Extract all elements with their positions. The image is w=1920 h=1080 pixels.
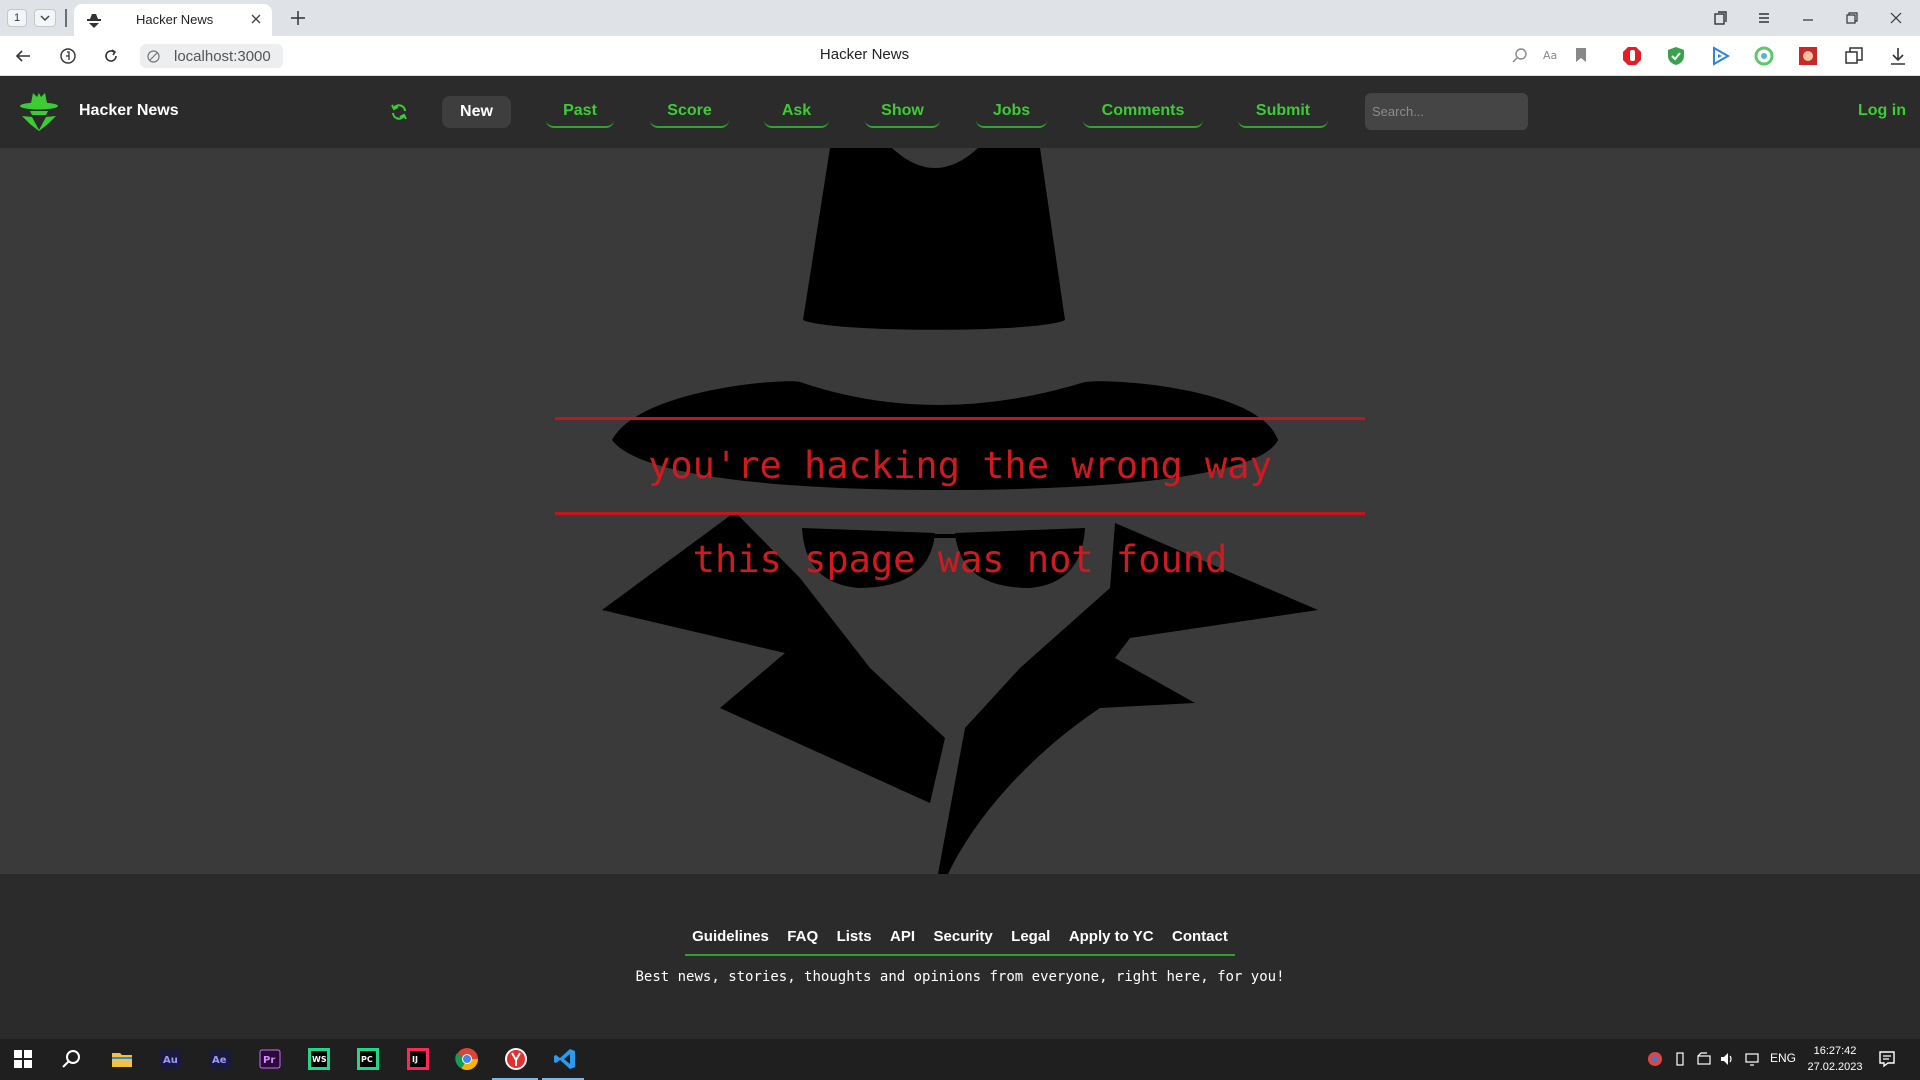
vpn-extension-icon[interactable]: [1753, 45, 1775, 67]
minimize-icon[interactable]: [1800, 10, 1816, 26]
svg-text:WS: WS: [312, 1055, 327, 1064]
footer-link-lists[interactable]: Lists: [837, 928, 872, 945]
nav-submit[interactable]: Submit: [1238, 96, 1328, 128]
bookmark-icon[interactable]: [1571, 45, 1591, 65]
footer-link-guidelines[interactable]: Guidelines: [692, 928, 769, 945]
hacker-favicon-icon: [87, 14, 101, 28]
browser-tab-strip: 1 Hacker News: [0, 0, 1920, 36]
search-input[interactable]: [1365, 93, 1528, 130]
site-header: Hacker News New Past Score Ask Show Jobs…: [0, 76, 1920, 148]
vscode-icon[interactable]: [553, 1047, 577, 1071]
brand-title[interactable]: Hacker News: [79, 102, 179, 120]
chrome-icon[interactable]: [455, 1047, 479, 1071]
tab-title: Hacker News: [136, 12, 214, 27]
spy-silhouette-illustration: [602, 148, 1318, 874]
windows-start-icon[interactable]: [11, 1047, 35, 1071]
svg-text:IJ: IJ: [412, 1055, 418, 1064]
translate-icon[interactable]: Aa: [1541, 45, 1561, 65]
new-tab-icon[interactable]: [289, 9, 307, 27]
taskbar-search-icon[interactable]: [60, 1047, 84, 1071]
footer-link-contact[interactable]: Contact: [1172, 928, 1228, 945]
shield-extension-icon[interactable]: [1665, 45, 1687, 67]
footer-tagline: Best news, stories, thoughts and opinion…: [635, 969, 1285, 985]
image-extension-icon[interactable]: [1797, 45, 1819, 67]
refresh-icon[interactable]: [390, 103, 408, 121]
not-found-section: you're hacking the wrong way this spage …: [0, 148, 1920, 874]
svg-text:Aa: Aa: [1543, 49, 1557, 62]
site-footer: Guidelines FAQ Lists API Security Legal …: [0, 874, 1920, 1039]
tab-counter-button[interactable]: 1: [7, 9, 27, 27]
nav-show[interactable]: Show: [865, 96, 940, 128]
intellij-idea-icon[interactable]: IJ: [406, 1047, 430, 1071]
nav-jobs[interactable]: Jobs: [976, 96, 1047, 128]
search-page-icon[interactable]: [1510, 45, 1530, 65]
nav-comments[interactable]: Comments: [1083, 96, 1203, 128]
browser-tab-active[interactable]: Hacker News: [74, 4, 272, 36]
clock[interactable]: 16:27:42 27.02.2023: [1805, 1043, 1865, 1075]
footer-links: Guidelines FAQ Lists API Security Legal …: [0, 928, 1920, 956]
svg-text:PC: PC: [361, 1055, 373, 1064]
close-window-icon[interactable]: [1888, 10, 1904, 26]
nav-past[interactable]: Past: [546, 96, 614, 128]
svg-text:Au: Au: [163, 1055, 178, 1066]
play-extension-icon[interactable]: [1709, 45, 1731, 67]
tab-list-dropdown[interactable]: [34, 9, 56, 27]
close-tab-icon[interactable]: [250, 13, 262, 25]
tray-app-icon[interactable]: [1647, 1051, 1663, 1067]
nav-new[interactable]: New: [442, 96, 511, 128]
footer-link-legal[interactable]: Legal: [1011, 928, 1050, 945]
usb-device-icon[interactable]: [1672, 1051, 1688, 1067]
downloads-icon[interactable]: [1887, 45, 1909, 67]
display-icon[interactable]: [1744, 1051, 1760, 1067]
footer-link-faq[interactable]: FAQ: [787, 928, 818, 945]
bookmarks-panel-icon[interactable]: [1712, 10, 1728, 26]
pycharm-icon[interactable]: PC: [356, 1047, 380, 1071]
login-link[interactable]: Log in: [1858, 102, 1906, 120]
footer-link-api[interactable]: API: [890, 928, 915, 945]
windows-taskbar: Au Ae Pr WS PC IJ ENG 16:27:42 27.02.202…: [0, 1039, 1920, 1080]
after-effects-icon[interactable]: Ae: [208, 1047, 232, 1071]
error-subheadline: this spage was not found: [692, 538, 1228, 581]
webstorm-icon[interactable]: WS: [307, 1047, 331, 1071]
error-line-top: [555, 417, 1365, 420]
address-bar-page-title: Hacker News: [819, 46, 910, 63]
nav-score[interactable]: Score: [650, 96, 729, 128]
collections-icon[interactable]: [1843, 45, 1865, 67]
network-icon[interactable]: [1696, 1051, 1712, 1067]
yandex-browser-icon[interactable]: [504, 1047, 528, 1071]
notifications-icon[interactable]: [1877, 1049, 1897, 1069]
restore-icon[interactable]: [1844, 10, 1860, 26]
error-line-bottom: [555, 512, 1365, 515]
tab-separator: [65, 9, 67, 27]
footer-link-apply-yc[interactable]: Apply to YC: [1069, 928, 1154, 945]
clock-date: 27.02.2023: [1807, 1061, 1863, 1073]
footer-link-security[interactable]: Security: [934, 928, 993, 945]
premiere-pro-icon[interactable]: Pr: [258, 1047, 282, 1071]
audition-icon[interactable]: Au: [159, 1047, 183, 1071]
language-indicator[interactable]: ENG: [1770, 1051, 1796, 1065]
clock-time: 16:27:42: [1813, 1045, 1857, 1057]
hacker-logo-icon[interactable]: [18, 90, 60, 132]
svg-text:Ae: Ae: [212, 1055, 227, 1066]
browser-address-bar: localhost:3000 Hacker News Aa: [0, 36, 1920, 76]
adblock-extension-icon[interactable]: [1621, 45, 1643, 67]
nav-ask[interactable]: Ask: [764, 96, 829, 128]
browser-menu-icon[interactable]: [1756, 10, 1772, 26]
chevron-down-icon: [40, 15, 50, 22]
file-explorer-icon[interactable]: [110, 1047, 134, 1071]
svg-text:Pr: Pr: [263, 1055, 275, 1066]
volume-icon[interactable]: [1719, 1051, 1735, 1067]
error-headline: you're hacking the wrong way: [648, 444, 1272, 487]
